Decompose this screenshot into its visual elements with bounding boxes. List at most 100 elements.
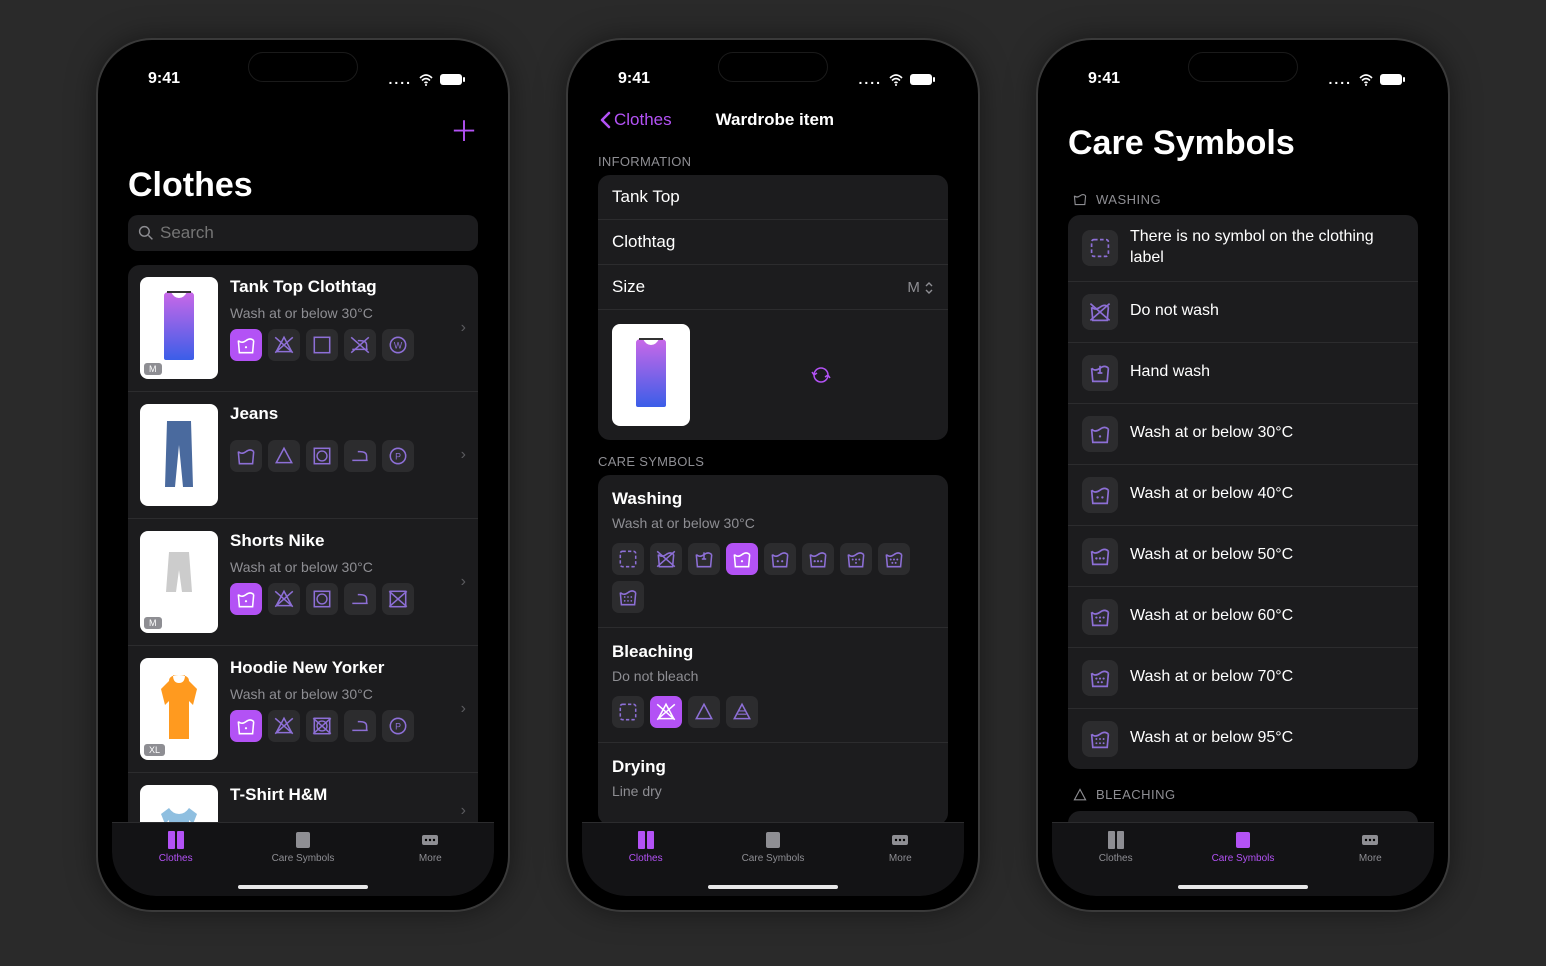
reference-row[interactable]: Wash at or below 50°C bbox=[1068, 526, 1418, 587]
status-time: 9:41 bbox=[148, 70, 180, 88]
size-field[interactable]: Size M bbox=[598, 265, 948, 310]
tab-clothes[interactable]: Clothes bbox=[582, 829, 709, 884]
search-field[interactable] bbox=[128, 215, 478, 251]
reference-row[interactable]: There is no symbol on the clothing label bbox=[1068, 811, 1418, 822]
iron-icon bbox=[344, 440, 376, 472]
wash-30-icon[interactable] bbox=[726, 543, 758, 575]
clothes-row[interactable]: T-Shirt H&M › bbox=[128, 773, 478, 822]
drying-desc: Line dry bbox=[612, 783, 934, 799]
info-card: Tank Top Clothtag Size M bbox=[598, 175, 948, 440]
wash-icon bbox=[230, 440, 262, 472]
bleach-no-icon bbox=[268, 583, 300, 615]
reference-row[interactable]: Wash at or below 40°C bbox=[1068, 465, 1418, 526]
wash-70-icon[interactable] bbox=[878, 543, 910, 575]
washing-reference-list: There is no symbol on the clothing label… bbox=[1068, 215, 1418, 769]
size-badge: M bbox=[144, 617, 162, 629]
tab-care-symbols[interactable]: Care Symbols bbox=[239, 829, 366, 884]
wash-95-icon bbox=[1082, 721, 1118, 757]
reference-row[interactable]: Wash at or below 70°C bbox=[1068, 648, 1418, 709]
clothing-thumbnail: M bbox=[140, 531, 218, 633]
wash-60-icon bbox=[1082, 599, 1118, 635]
status-time: 9:41 bbox=[1088, 70, 1120, 88]
wash-40-icon[interactable] bbox=[764, 543, 796, 575]
search-input[interactable] bbox=[160, 223, 468, 243]
wash-hand-icon[interactable] bbox=[688, 543, 720, 575]
page-title: Care Symbols bbox=[1052, 118, 1434, 173]
home-indicator[interactable] bbox=[708, 885, 838, 889]
clothing-thumbnail bbox=[140, 785, 218, 822]
name-field[interactable]: Tank Top bbox=[598, 175, 948, 220]
iron-icon bbox=[344, 710, 376, 742]
clothes-row[interactable]: M Shorts Nike Wash at or below 30°C bbox=[128, 519, 478, 646]
nav-title: Wardrobe item bbox=[716, 110, 834, 130]
clothes-row[interactable]: M Tank Top Clothtag Wash at or below 30°… bbox=[128, 265, 478, 392]
no-symbol-icon[interactable] bbox=[612, 696, 644, 728]
wardrobe-icon bbox=[1104, 829, 1128, 851]
proc-w-icon bbox=[382, 329, 414, 361]
refresh-icon bbox=[810, 364, 832, 386]
clothing-thumbnail: M bbox=[140, 277, 218, 379]
clothing-name: Tank Top Clothtag bbox=[230, 277, 449, 297]
more-icon bbox=[888, 829, 912, 851]
tab-care-symbols[interactable]: Care Symbols bbox=[1179, 829, 1306, 884]
wash-icon bbox=[1072, 191, 1088, 207]
clothing-thumbnail: XL bbox=[140, 658, 218, 760]
home-indicator[interactable] bbox=[238, 885, 368, 889]
tumble-no-icon bbox=[306, 710, 338, 742]
wash-50-icon[interactable] bbox=[802, 543, 834, 575]
bleaching-desc: Do not bleach bbox=[612, 668, 934, 684]
tab-care-symbols[interactable]: Care Symbols bbox=[709, 829, 836, 884]
clothes-row[interactable]: Jeans › bbox=[128, 392, 478, 519]
wash-60-icon[interactable] bbox=[840, 543, 872, 575]
tab-clothes[interactable]: Clothes bbox=[112, 829, 239, 884]
phone-care-symbols: 9:41 .... Care Symbols WASHING There is … bbox=[1038, 40, 1448, 910]
clothing-name: Jeans bbox=[230, 404, 449, 424]
wash-no-icon[interactable] bbox=[650, 543, 682, 575]
clothing-care-text: Wash at or below 30°C bbox=[230, 686, 449, 702]
add-button[interactable]: ＋ bbox=[128, 110, 478, 150]
wash-30-icon bbox=[230, 583, 262, 615]
more-icon bbox=[1358, 829, 1382, 851]
clothes-row[interactable]: XL Hoodie New Yorker Wash at or below 30… bbox=[128, 646, 478, 773]
drying-title: Drying bbox=[612, 757, 934, 777]
section-header-bleaching: BLEACHING bbox=[1068, 769, 1418, 811]
reference-row[interactable]: Wash at or below 30°C bbox=[1068, 404, 1418, 465]
chevron-right-icon: › bbox=[461, 700, 466, 718]
phone-clothes-list: 9:41 .... ＋ Clothes M bbox=[98, 40, 508, 910]
clothes-list: M Tank Top Clothtag Wash at or below 30°… bbox=[128, 265, 478, 822]
wash-30-icon bbox=[1082, 416, 1118, 452]
reference-row[interactable]: Do not wash bbox=[1068, 282, 1418, 343]
bleach-no-icon[interactable] bbox=[650, 696, 682, 728]
bleach-icon[interactable] bbox=[688, 696, 720, 728]
reference-row[interactable]: Wash at or below 60°C bbox=[1068, 587, 1418, 648]
care-card: Washing Wash at or below 30°C bbox=[598, 475, 948, 822]
no-symbol-icon[interactable] bbox=[612, 543, 644, 575]
chevron-right-icon: › bbox=[461, 573, 466, 591]
wash-50-icon bbox=[1082, 538, 1118, 574]
brand-field[interactable]: Clothtag bbox=[598, 220, 948, 265]
proc-p-icon bbox=[382, 440, 414, 472]
wardrobe-icon bbox=[634, 829, 658, 851]
refresh-button[interactable] bbox=[708, 364, 934, 386]
clothing-name: T-Shirt H&M bbox=[230, 785, 449, 805]
tab-more[interactable]: More bbox=[367, 829, 494, 884]
home-indicator[interactable] bbox=[1178, 885, 1308, 889]
tab-more[interactable]: More bbox=[837, 829, 964, 884]
more-icon bbox=[418, 829, 442, 851]
bleach-nc-icon[interactable] bbox=[726, 696, 758, 728]
washing-desc: Wash at or below 30°C bbox=[612, 515, 934, 531]
section-header-washing: WASHING bbox=[1068, 173, 1418, 215]
reference-row[interactable]: Wash at or below 95°C bbox=[1068, 709, 1418, 769]
reference-row[interactable]: There is no symbol on the clothing label bbox=[1068, 215, 1418, 282]
wash-95-icon[interactable] bbox=[612, 581, 644, 613]
chevron-right-icon: › bbox=[461, 446, 466, 464]
tab-more[interactable]: More bbox=[1307, 829, 1434, 884]
no-symbol-icon bbox=[1082, 230, 1118, 266]
iron-no-icon bbox=[344, 329, 376, 361]
reference-row[interactable]: Hand wash bbox=[1068, 343, 1418, 404]
clothing-image[interactable] bbox=[612, 324, 690, 426]
tab-clothes[interactable]: Clothes bbox=[1052, 829, 1179, 884]
section-header: CARE SYMBOLS bbox=[582, 440, 964, 475]
search-icon bbox=[138, 225, 154, 241]
back-button[interactable]: Clothes bbox=[598, 110, 672, 130]
